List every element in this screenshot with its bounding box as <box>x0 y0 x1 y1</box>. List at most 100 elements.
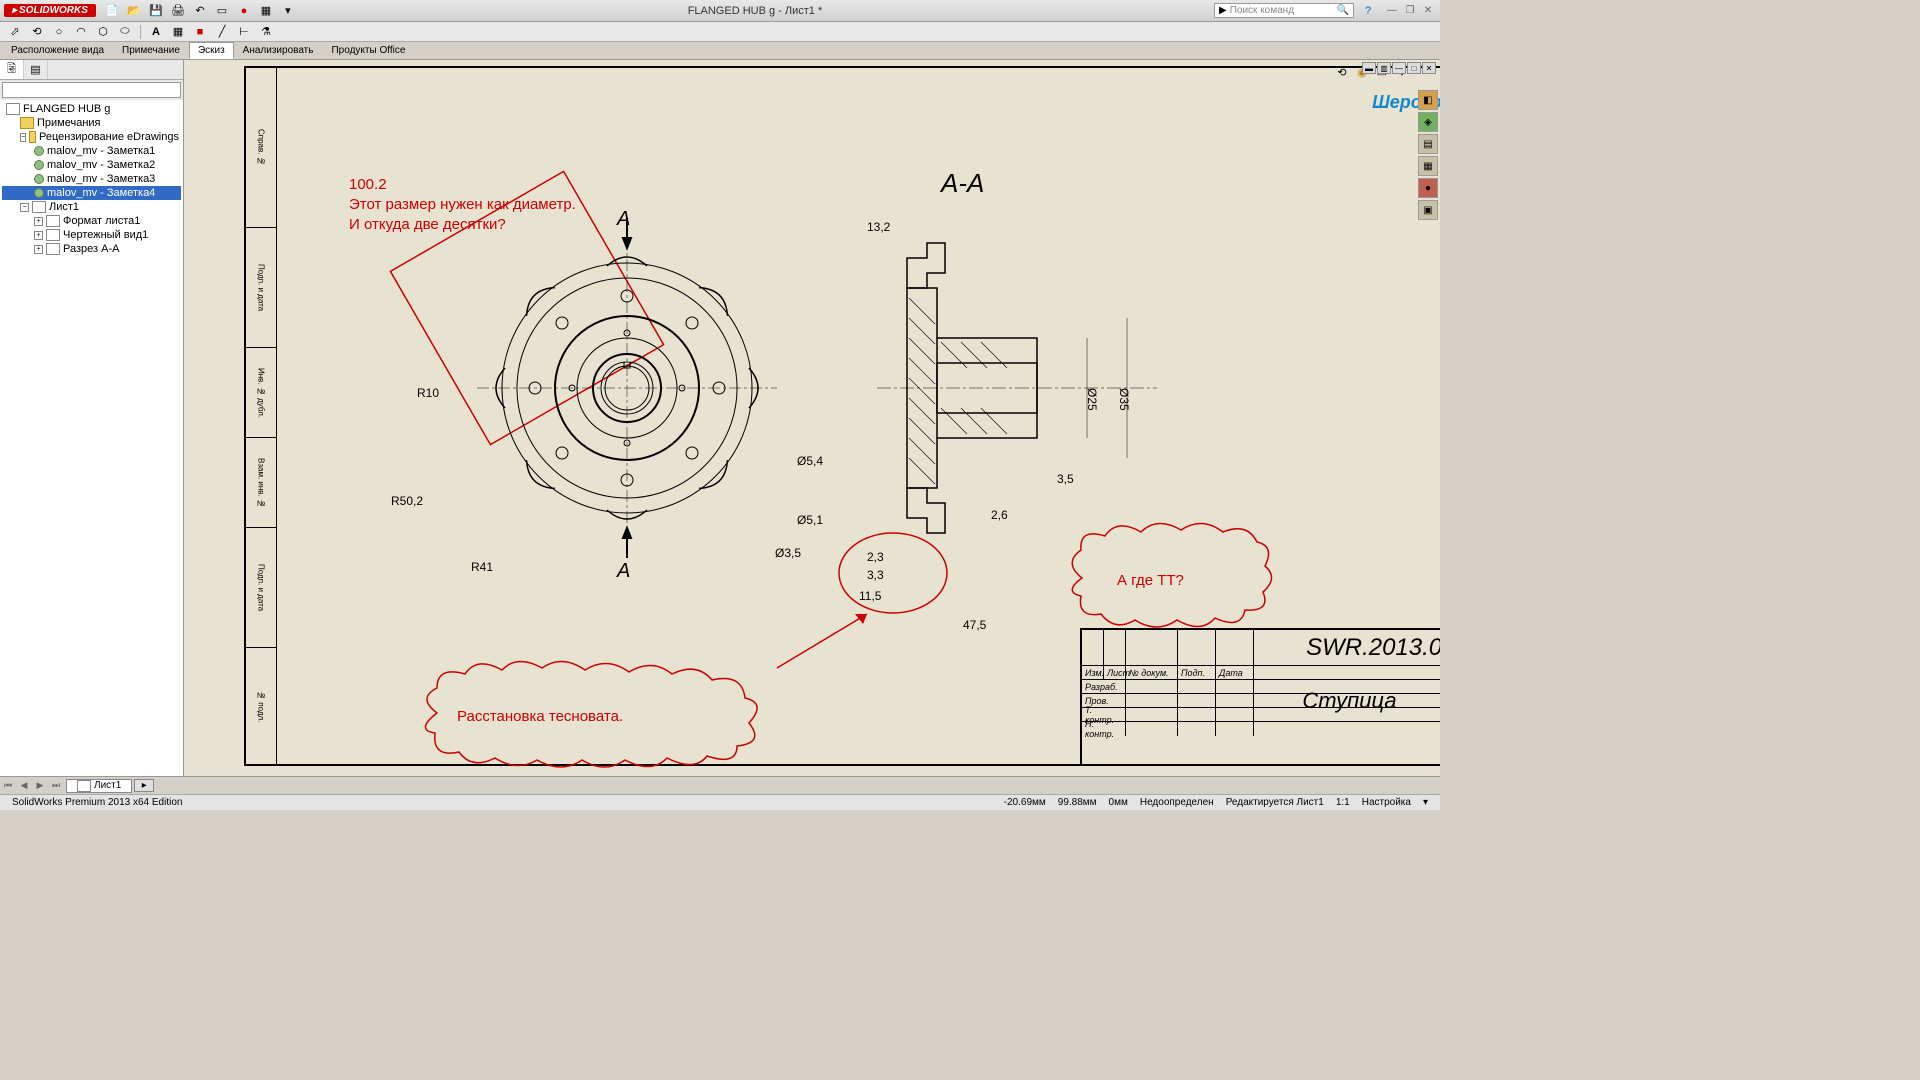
sidebox-sign1: Подп. и дата <box>246 228 276 348</box>
status-x: -20.69мм <box>1004 797 1046 808</box>
vp-single-icon[interactable]: ▬ <box>1362 62 1376 74</box>
add-sheet-button[interactable]: ▸ <box>134 779 154 792</box>
rebuild-icon[interactable]: ● <box>236 3 252 19</box>
open-icon[interactable]: 📂 <box>126 3 142 19</box>
restore-icon[interactable]: ❐ <box>1402 4 1418 18</box>
sheet-icon <box>77 780 91 792</box>
tree-note-4[interactable]: malov_mv - Заметка4 <box>2 186 181 200</box>
hex-icon[interactable]: ⬡ <box>94 24 112 40</box>
taskpane-library-icon[interactable]: ◈ <box>1418 112 1438 132</box>
note3-label: malov_mv - Заметка3 <box>47 173 155 185</box>
search-go-icon[interactable]: 🔍 <box>1337 5 1349 16</box>
flask-icon[interactable]: ⚗ <box>257 24 275 40</box>
sheet-icon <box>32 201 46 213</box>
note2-label: malov_mv - Заметка2 <box>47 159 155 171</box>
drawing-sheet: Справ. № Подп. и дата Инв. № дубл. Взам.… <box>244 66 1440 766</box>
tree-annotations[interactable]: Примечания <box>2 116 181 130</box>
tree-root[interactable]: FLANGED HUB g <box>2 102 181 116</box>
view-label: Чертежный вид1 <box>63 229 148 241</box>
feature-tree-tab[interactable]: 🗟 <box>0 60 24 79</box>
circle-icon[interactable]: ○ <box>50 24 68 40</box>
minimize-icon[interactable]: — <box>1384 4 1400 18</box>
close-icon[interactable]: ✕ <box>1420 4 1436 18</box>
dim-475: 47,5 <box>963 618 986 632</box>
new-icon[interactable]: 📄 <box>104 3 120 19</box>
tree-filter-input[interactable] <box>2 82 181 98</box>
tab-sketch[interactable]: Эскиз <box>189 42 234 59</box>
tree-note-3[interactable]: malov_mv - Заметка3 <box>2 172 181 186</box>
vp-max-icon[interactable]: □ <box>1407 62 1421 74</box>
folder-icon <box>29 131 36 143</box>
arc-icon[interactable]: ◠ <box>72 24 90 40</box>
drawing-canvas[interactable]: ⟲ ◉ ▭ ▾ ▬ ▥ — □ ✕ ◧ ◈ ▤ ▦ ● ▣ Справ. № П… <box>184 60 1440 790</box>
tb-data: Дата <box>1216 666 1254 679</box>
sheet-prev-icon[interactable]: ◀ <box>16 780 32 791</box>
undo-icon[interactable]: ↶ <box>192 3 208 19</box>
text-icon[interactable]: A <box>147 24 165 40</box>
link-icon[interactable]: ⬀ <box>6 24 24 40</box>
line-icon[interactable]: ╱ <box>213 24 231 40</box>
status-dropdown-icon[interactable]: ▾ <box>1423 797 1428 808</box>
grid-icon[interactable]: ▦ <box>169 24 187 40</box>
taskpane-appearance-icon[interactable]: ● <box>1418 178 1438 198</box>
tab-view-layout[interactable]: Расположение вида <box>2 42 113 59</box>
config-tab[interactable]: ▤ <box>24 60 48 79</box>
tree-review-label: Рецензирование eDrawings <box>39 131 179 143</box>
tab-evaluate[interactable]: Анализировать <box>234 42 323 59</box>
dim-d25: Ø25 <box>1085 388 1099 411</box>
status-underdefined: Недоопределен <box>1140 797 1214 808</box>
sheet-next-icon[interactable]: ▶ <box>32 780 48 791</box>
feature-tree[interactable]: FLANGED HUB g Примечания − Рецензирование… <box>0 100 183 790</box>
select-icon[interactable]: ▭ <box>214 3 230 19</box>
expand-icon[interactable]: + <box>34 217 43 226</box>
taskpane-resources-icon[interactable]: ◧ <box>1418 90 1438 110</box>
sheet-last-icon[interactable]: ⏭ <box>48 780 64 791</box>
print-icon[interactable]: 🖨 <box>170 3 186 19</box>
sheet-first-icon[interactable]: ⏮ <box>0 780 16 791</box>
sheet-tab-bar: ⏮ ◀ ▶ ⏭ Лист1 ▸ <box>0 776 1440 794</box>
tree-sheet1[interactable]: − Лист1 <box>2 200 181 214</box>
options-icon[interactable]: ▦ <box>258 3 274 19</box>
save-icon[interactable]: 💾 <box>148 3 164 19</box>
status-customize[interactable]: Настройка <box>1362 797 1411 808</box>
red-icon[interactable]: ■ <box>191 24 209 40</box>
taskpane-custom-icon[interactable]: ▣ <box>1418 200 1438 220</box>
dim-icon[interactable]: ⊢ <box>235 24 253 40</box>
collapse-icon[interactable]: − <box>20 203 29 212</box>
sheet-label: Лист1 <box>49 201 79 213</box>
dim-r502: R50,2 <box>391 494 423 508</box>
markup-arrow <box>767 608 877 678</box>
tab-annotation[interactable]: Примечание <box>113 42 189 59</box>
tree-note-2[interactable]: malov_mv - Заметка2 <box>2 158 181 172</box>
vp-min-icon[interactable]: — <box>1392 62 1406 74</box>
command-tab-bar: Расположение вида Примечание Эскиз Анали… <box>0 42 1440 60</box>
dim-26: 2,6 <box>991 508 1008 522</box>
tree-section-aa[interactable]: +Разрез A-A <box>2 242 181 256</box>
tree-note-1[interactable]: malov_mv - Заметка1 <box>2 144 181 158</box>
zoom-fit-icon[interactable]: ⟲ <box>1334 64 1350 80</box>
tab-office[interactable]: Продукты Office <box>322 42 414 59</box>
command-search[interactable]: ▶ Поиск команд 🔍 <box>1214 3 1354 18</box>
help-icon[interactable]: ? <box>1360 3 1376 19</box>
taskpane-palette-icon[interactable]: ▦ <box>1418 156 1438 176</box>
taskpane-explorer-icon[interactable]: ▤ <box>1418 134 1438 154</box>
more-icon[interactable]: ▾ <box>280 3 296 19</box>
vp-close-icon[interactable]: ✕ <box>1422 62 1436 74</box>
expand-icon[interactable]: + <box>34 245 43 254</box>
sheet-tab-1[interactable]: Лист1 <box>66 779 132 793</box>
tree-sheet-format[interactable]: +Формат листа1 <box>2 214 181 228</box>
ellipse-icon[interactable]: ⬭ <box>116 24 134 40</box>
tb-nkontr: Н. контр. <box>1082 722 1126 736</box>
status-ratio[interactable]: 1:1 <box>1336 797 1350 808</box>
dim-r41: R41 <box>471 560 493 574</box>
status-y: 99.88мм <box>1058 797 1097 808</box>
tree-drawing-view1[interactable]: + Чертежный вид1 <box>2 228 181 242</box>
cloud2-text: А где ТТ? <box>1117 572 1184 589</box>
chain-icon[interactable]: ⟲ <box>28 24 46 40</box>
dim-3-5: 3,5 <box>1057 472 1074 486</box>
vp-split-icon[interactable]: ▥ <box>1377 62 1391 74</box>
collapse-icon[interactable]: − <box>20 133 26 142</box>
expand-icon[interactable]: + <box>34 231 43 240</box>
tree-edrawings-review[interactable]: − Рецензирование eDrawings <box>2 130 181 144</box>
dim-d35b: Ø35 <box>1117 388 1131 411</box>
